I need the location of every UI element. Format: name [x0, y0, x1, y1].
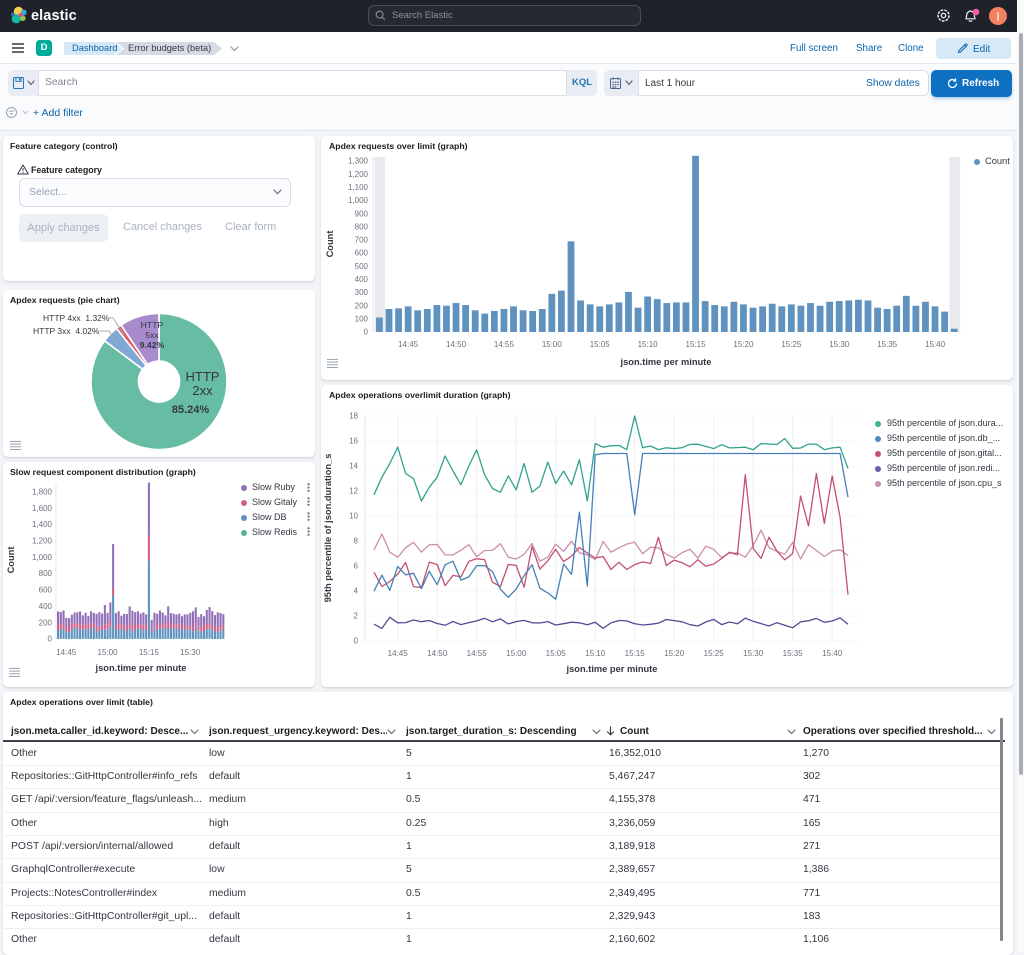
svg-text:1,200: 1,200	[348, 170, 369, 179]
svg-text:1,400: 1,400	[32, 520, 53, 529]
svg-text:14:45: 14:45	[388, 649, 409, 658]
svg-text:15:15: 15:15	[625, 649, 646, 658]
svg-text:0: 0	[48, 635, 53, 644]
svg-text:json.time per minute: json.time per minute	[620, 357, 712, 367]
svg-text:500: 500	[355, 262, 369, 271]
svg-text:Count: Count	[325, 231, 335, 258]
svg-text:400: 400	[39, 602, 53, 611]
svg-text:600: 600	[355, 249, 369, 258]
svg-text:200: 200	[39, 618, 53, 627]
svg-text:400: 400	[355, 275, 369, 284]
svg-text:15:35: 15:35	[877, 340, 898, 349]
svg-text:15:30: 15:30	[180, 648, 201, 657]
svg-text:800: 800	[355, 222, 369, 231]
svg-text:15:00: 15:00	[98, 648, 119, 657]
svg-text:json.time per minute: json.time per minute	[95, 663, 187, 673]
svg-text:15:15: 15:15	[686, 340, 707, 349]
svg-text:15:00: 15:00	[542, 340, 563, 349]
svg-text:15:40: 15:40	[925, 340, 946, 349]
svg-text:1,300: 1,300	[348, 157, 369, 166]
svg-text:14:55: 14:55	[494, 340, 515, 349]
svg-text:15:20: 15:20	[664, 649, 685, 658]
svg-text:15:35: 15:35	[783, 649, 804, 658]
svg-text:1,000: 1,000	[32, 553, 53, 562]
svg-text:14:50: 14:50	[446, 340, 467, 349]
svg-text:10: 10	[349, 512, 358, 521]
svg-text:95th percentile of json.durati: 95th percentile of json.duration_s	[323, 454, 333, 603]
svg-text:14:55: 14:55	[467, 649, 488, 658]
svg-text:json.time per minute: json.time per minute	[566, 664, 658, 674]
svg-text:6: 6	[354, 562, 359, 571]
svg-text:15:05: 15:05	[590, 340, 611, 349]
svg-text:15:40: 15:40	[822, 649, 843, 658]
svg-text:0: 0	[354, 637, 359, 646]
svg-text:15:10: 15:10	[638, 340, 659, 349]
svg-text:1,000: 1,000	[348, 196, 369, 205]
svg-text:600: 600	[39, 586, 53, 595]
svg-text:Count: Count	[6, 547, 16, 574]
svg-text:15:25: 15:25	[781, 340, 802, 349]
svg-text:14:45: 14:45	[56, 648, 77, 657]
svg-text:15:00: 15:00	[506, 649, 527, 658]
svg-text:15:10: 15:10	[585, 649, 606, 658]
svg-text:16: 16	[349, 437, 358, 446]
svg-text:15:25: 15:25	[704, 649, 725, 658]
svg-text:100: 100	[355, 314, 369, 323]
svg-text:1,100: 1,100	[348, 183, 369, 192]
svg-text:1,800: 1,800	[32, 488, 53, 497]
svg-text:15:05: 15:05	[546, 649, 567, 658]
svg-text:4: 4	[354, 587, 359, 596]
svg-text:700: 700	[355, 236, 369, 245]
svg-text:300: 300	[355, 288, 369, 297]
svg-text:14: 14	[349, 462, 358, 471]
svg-text:1,200: 1,200	[32, 537, 53, 546]
svg-text:15:30: 15:30	[829, 340, 850, 349]
svg-text:18: 18	[349, 412, 358, 421]
svg-text:2: 2	[354, 612, 359, 621]
svg-text:14:50: 14:50	[427, 649, 448, 658]
svg-text:900: 900	[355, 209, 369, 218]
svg-text:12: 12	[349, 487, 358, 496]
svg-text:1,600: 1,600	[32, 504, 53, 513]
svg-text:15:20: 15:20	[733, 340, 754, 349]
svg-text:14:45: 14:45	[398, 340, 419, 349]
svg-text:800: 800	[39, 569, 53, 578]
svg-text:0: 0	[364, 328, 369, 337]
svg-text:15:30: 15:30	[743, 649, 764, 658]
svg-text:8: 8	[354, 537, 359, 546]
svg-text:200: 200	[355, 301, 369, 310]
svg-text:15:15: 15:15	[139, 648, 160, 657]
